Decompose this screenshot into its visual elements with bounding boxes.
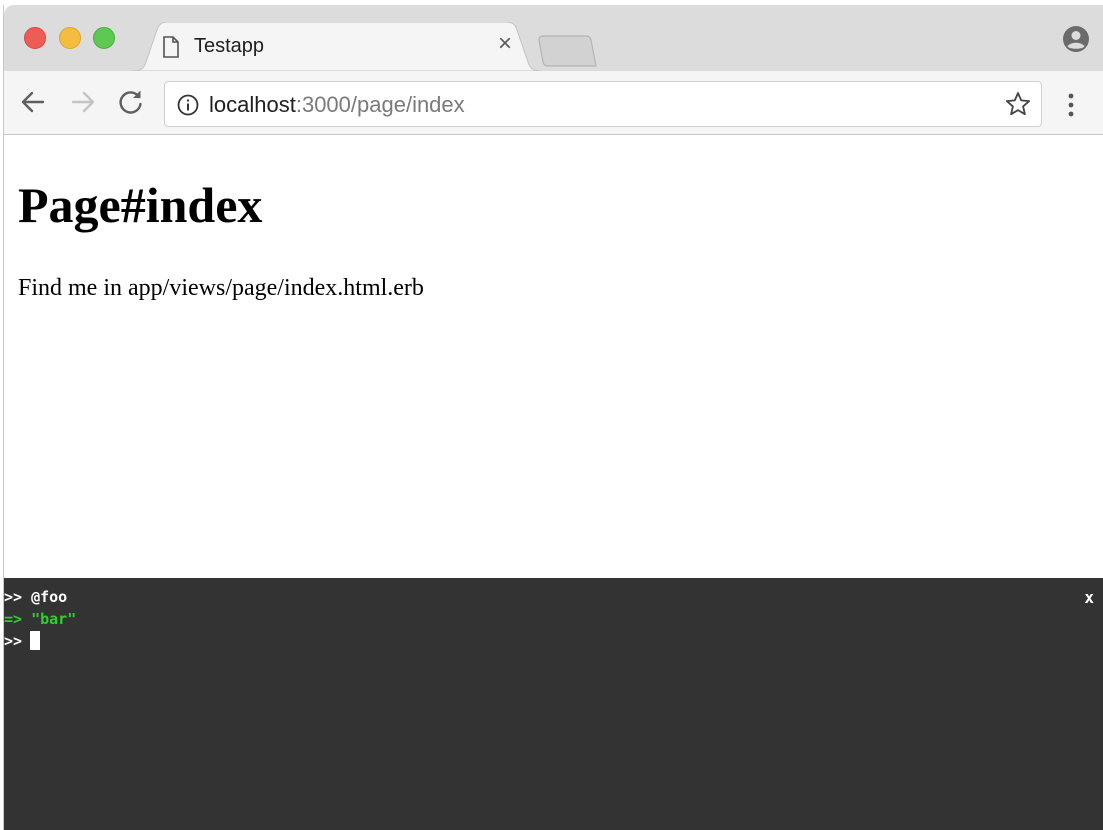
back-arrow-icon[interactable] — [18, 87, 48, 117]
address-bar[interactable]: localhost:3000/page/index — [164, 81, 1042, 127]
star-icon[interactable] — [1005, 91, 1031, 117]
console-cursor — [30, 631, 41, 650]
close-tab-icon[interactable]: × — [498, 32, 512, 56]
page-paragraph: Find me in app/views/page/index.html.erb — [18, 275, 424, 301]
console-prompt: >> — [4, 632, 23, 650]
browser-toolbar: localhost:3000/page/index — [4, 71, 1103, 135]
minimize-window-button[interactable] — [59, 27, 81, 49]
page-content: Page#index Find me in app/views/page/ind… — [4, 136, 1103, 578]
console-result: "bar" — [31, 610, 77, 628]
tab-title: Testapp — [194, 35, 265, 57]
url-text[interactable]: localhost:3000/page/index — [209, 92, 465, 118]
console-input-line: >> @foo — [4, 587, 67, 607]
browser-window: Testapp × localhost:3000/page/index Page… — [3, 5, 1103, 830]
profile-icon[interactable] — [1062, 25, 1090, 53]
console-command: @foo — [31, 588, 68, 606]
close-window-button[interactable] — [24, 27, 46, 49]
console-active-line[interactable]: >> — [4, 631, 41, 651]
new-tab-icon[interactable] — [538, 34, 598, 68]
zoom-window-button[interactable] — [93, 27, 115, 49]
page-heading: Page#index — [18, 177, 263, 233]
forward-arrow-icon[interactable] — [68, 87, 98, 117]
url-host: localhost — [209, 92, 296, 117]
console-result-prompt: => — [4, 610, 23, 628]
console-prompt: >> — [4, 588, 23, 606]
url-path: :3000/page/index — [295, 92, 465, 117]
page-icon — [163, 36, 179, 58]
tab-testapp[interactable]: Testapp × — [132, 22, 542, 71]
console-result-line: => "bar" — [4, 609, 76, 629]
reload-icon[interactable] — [116, 87, 146, 117]
tab-strip: Testapp × — [4, 5, 1103, 71]
kebab-menu-icon[interactable] — [1064, 91, 1078, 119]
info-icon[interactable] — [177, 94, 199, 116]
console-close-button[interactable]: x — [1084, 588, 1094, 607]
web-console[interactable]: >> @foo => "bar" >> x — [4, 578, 1103, 830]
